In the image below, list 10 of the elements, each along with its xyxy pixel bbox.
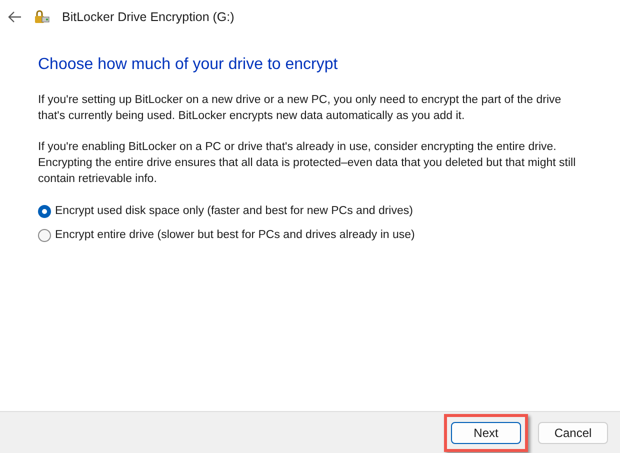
drive-lock-icon [34,9,50,25]
back-arrow-icon[interactable] [8,11,22,23]
page-heading: Choose how much of your drive to encrypt [38,55,339,75]
description-text: If you're enabling BitLocker on a PC or drive that's already in use, consider encrypting the entire drive. Encrypting the entire drive ensures that all data is protected–even data that you deleted but that might still contain retrievable info. [38,140,577,187]
radio-button[interactable] [38,228,51,242]
radio-button[interactable] [38,204,51,218]
description-text: If you're setting up BitLocker on a new drive or a new PC, you only need to encrypt the part of the drive that's currently being used. BitLocker encrypts new data automatically as you add it. [38,93,562,124]
dialog-button[interactable]: Next [451,422,521,444]
window-title: BitLocker Drive Encryption (G:) [62,8,234,26]
dialog-button[interactable]: Cancel [538,422,608,444]
